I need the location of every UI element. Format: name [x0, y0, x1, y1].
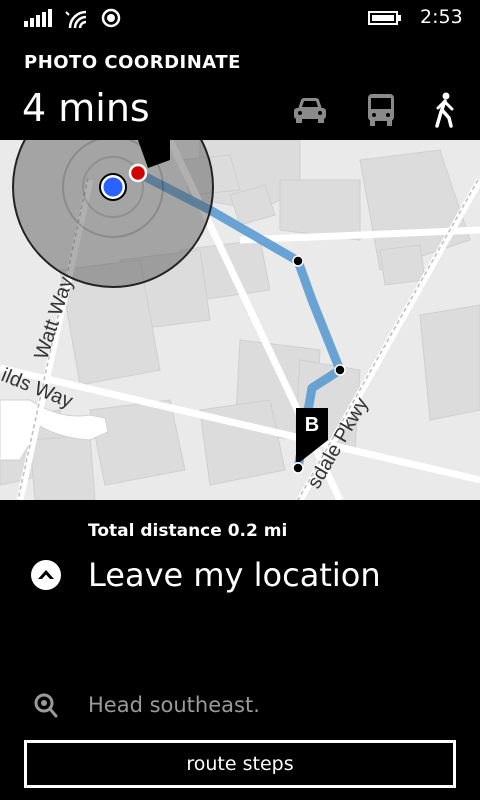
next-step-label: Head southeast.: [88, 693, 260, 717]
next-step[interactable]: Head southeast.: [32, 690, 260, 720]
current-step[interactable]: Leave my location: [30, 553, 381, 597]
clock: 2:53: [420, 6, 463, 28]
signal-strength-icon: [24, 9, 52, 27]
bus-mode-button[interactable]: [361, 92, 401, 128]
walk-icon: [435, 92, 454, 128]
car-mode-button[interactable]: [290, 92, 330, 128]
total-distance: Total distance 0.2 mi: [88, 521, 288, 541]
status-bar: 2:53: [0, 0, 480, 36]
bus-icon: [368, 94, 394, 126]
location-pin-icon: [34, 693, 58, 718]
route-steps-button[interactable]: route steps: [24, 740, 456, 788]
current-location-dot[interactable]: [100, 174, 126, 200]
car-icon: [294, 98, 326, 123]
current-step-label: Leave my location: [88, 556, 381, 594]
wifi-icon: [65, 10, 87, 28]
destination-marker-label: B: [305, 414, 319, 436]
location-icon: [101, 8, 121, 28]
route-duration: 4 mins: [22, 86, 150, 130]
app-title: PHOTO COORDINATE: [24, 52, 241, 73]
start-point-marker[interactable]: [128, 163, 148, 183]
battery-icon: [368, 11, 401, 25]
up-arrow-circle-icon: [31, 560, 61, 590]
route-map[interactable]: Watt Way ilds Way sdale Pkwy B: [0, 140, 480, 500]
walk-mode-button[interactable]: [425, 92, 465, 128]
map-canvas: Watt Way ilds Way sdale Pkwy B: [0, 140, 480, 500]
